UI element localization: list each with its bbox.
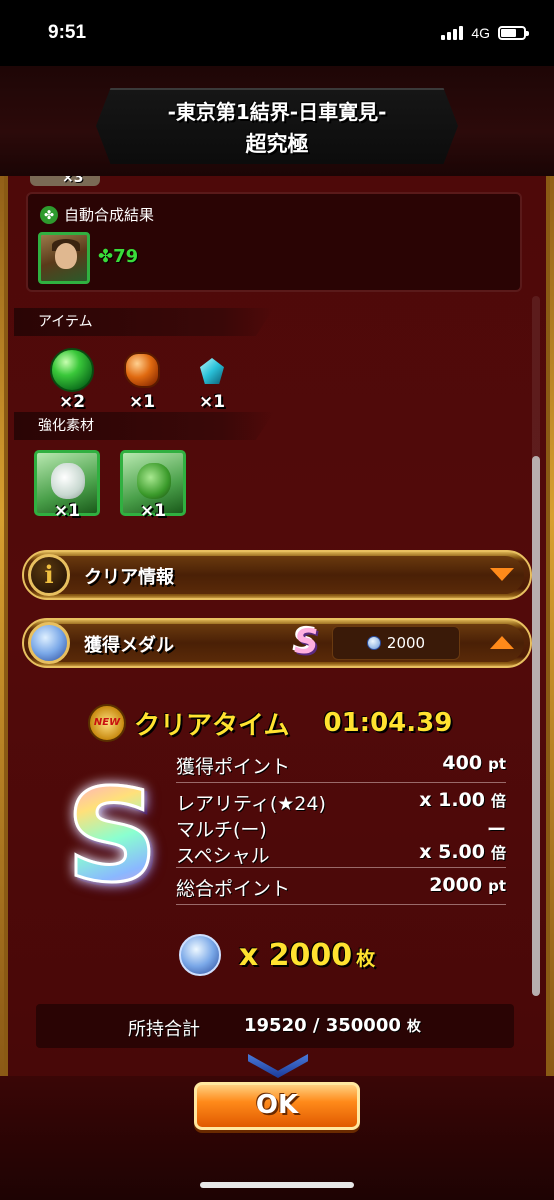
rarity-row: レアリティ(★24) x 1.00 倍 [176,789,506,815]
peek-item-qty: ×3 [62,176,84,186]
medal-reward-icon [178,934,221,976]
clear-time-label: クリアタイム [134,710,290,741]
result-panel[interactable]: ×3 ✤ 自動合成結果 ✤79 アイテム ×2 ×1 ×1 強化素材 ×1 ×1… [4,176,550,1076]
info-icon: i [28,554,70,596]
special-row: スペシャル x 5.00 倍 [176,841,506,867]
collapse-arrow-icon[interactable] [490,636,514,649]
clover-badge-icon: ✤ [40,205,58,224]
status-time: 9:51 [48,22,87,43]
green-orb-icon [50,348,94,392]
battery-icon [498,26,529,40]
material-white-creature[interactable]: ×1 [34,450,100,521]
medal-bar[interactable]: 獲得メダル S 2000 [22,618,532,668]
stage-title: -東京第1結界-日車寛見- [167,100,387,124]
title-banner: -東京第1結界-日車寛見- 超究極 [0,66,554,176]
earned-points-row: 獲得ポイント 400 pt [176,752,506,778]
clover-count: ✤79 [98,246,139,267]
owned-total-box: 所持合計 19520 / 350000 枚 [36,1004,514,1048]
medal-reward-amount: x 2000 枚 [238,937,376,973]
clear-info-bar[interactable]: i クリア情報 [22,550,532,600]
multi-row: マルチ(ー) ー [176,819,506,841]
auto-synthesis-label: 自動合成結果 [64,206,155,224]
scrollbar[interactable] [532,296,540,996]
difficulty-title: 超究極 [245,132,309,156]
clear-time-value: 01:04.39 [323,708,453,738]
total-points-row: 総合ポイント 2000 pt [176,874,506,900]
expand-arrow-icon[interactable] [490,568,514,581]
material-green-creature[interactable]: ×1 [120,450,186,521]
white-creature-icon [51,463,85,499]
items-section-title: アイテム [14,308,274,336]
signal-icon [441,26,464,40]
medal-icon [28,622,70,664]
cyan-gem-icon [200,358,224,384]
item-orange-crystal[interactable]: ×1 [112,346,172,412]
medal-count: 2000 [386,634,426,652]
medal-bar-label: 獲得メダル [84,635,174,656]
mini-medal-icon [366,636,381,650]
status-icons: 4G [441,25,529,41]
network-label: 4G [471,25,490,41]
item-cyan-gem[interactable]: ×1 [182,346,242,412]
clover-icon: ✤ [98,246,114,267]
auto-synthesis-box: ✤ 自動合成結果 ✤79 [26,192,522,292]
clear-time-row: NEW クリアタイム 01:04.39 [88,704,452,742]
character-portrait-icon[interactable] [38,232,90,284]
medal-count-pill: 2000 [332,626,460,660]
owned-total-value: 19520 / 350000 枚 [244,1015,421,1036]
points-breakdown: 獲得ポイント 400 pt レアリティ(★24) x 1.00 倍 マルチ(ー) ー… [176,750,506,909]
rank-s-icon: S [65,762,160,911]
ok-button[interactable]: OK [194,1082,360,1130]
clear-info-label: クリア情報 [84,567,174,588]
new-record-badge: NEW [88,704,126,742]
item-green-orb[interactable]: ×2 [42,346,102,412]
green-creature-icon [137,463,171,499]
materials-section-title: 強化素材 [14,412,274,440]
orange-crystal-icon [124,352,160,388]
status-bar: 9:51 4G [0,0,554,66]
home-indicator[interactable] [200,1182,354,1188]
rank-badge-small: S [294,622,319,662]
owned-total-label: 所持合計 [128,1019,200,1040]
medal-reward-row: x 2000 枚 [8,934,546,976]
